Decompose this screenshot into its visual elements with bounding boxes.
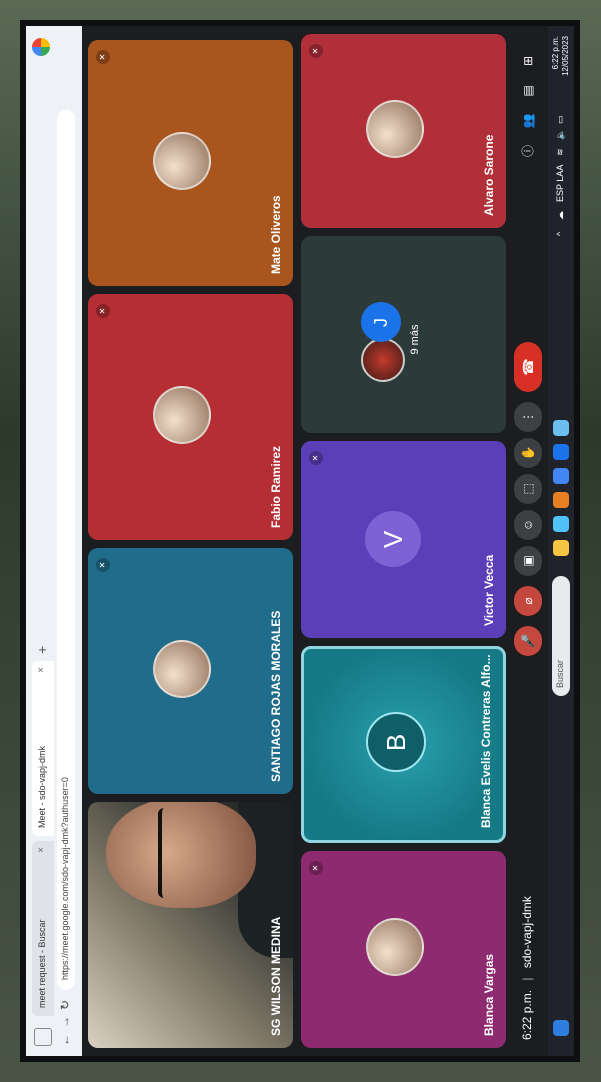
- info-icon[interactable]: ⓘ: [518, 141, 538, 161]
- participant-tile-more[interactable]: J 9 más: [301, 236, 506, 433]
- mic-off-icon: ✕: [96, 304, 110, 318]
- lang-text: ESP: [555, 184, 565, 202]
- new-tab-icon[interactable]: +: [34, 646, 50, 654]
- participant-tile-camera[interactable]: SG WILSON MEDINA: [88, 802, 293, 1048]
- participant-name: Blanca Evelis Contreras Alfo...: [479, 654, 493, 828]
- mic-off-icon: ✕: [309, 861, 323, 875]
- participant-name: SG WILSON MEDINA: [269, 916, 283, 1036]
- avatar: [360, 338, 405, 383]
- edge-icon[interactable]: [553, 444, 569, 460]
- speaker-icon[interactable]: 🔈: [555, 129, 566, 140]
- camera-video: [106, 802, 256, 908]
- taskbar-clock[interactable]: 6:22 p.m. 12/05/2023: [551, 36, 571, 76]
- cloud-icon: ☁: [555, 211, 565, 220]
- people-icon[interactable]: 👥: [518, 111, 538, 131]
- clock-time: 6:22 p.m.: [551, 36, 560, 70]
- back-icon[interactable]: ←: [58, 1034, 72, 1046]
- mic-off-icon: ✕: [96, 50, 110, 64]
- captions-button[interactable]: ▣: [514, 546, 542, 576]
- activities-icon[interactable]: ⊞: [518, 51, 538, 71]
- tab-meet[interactable]: Meet - sdo-vapj-dmk ×: [32, 661, 54, 836]
- participant-tile-active-speaker[interactable]: B Blanca Evelis Contreras Alfo...: [301, 646, 506, 843]
- reload-icon[interactable]: ↻: [58, 1000, 72, 1010]
- avatar: [366, 918, 425, 977]
- participant-name: SANTIAGO ROJAS MORALES: [269, 610, 283, 782]
- lang-sub-text: LAA: [555, 164, 565, 182]
- participant-tile[interactable]: ✕ V Victor Vecca: [301, 441, 506, 638]
- participant-tile[interactable]: ✕ Mate Oliveros: [88, 40, 293, 286]
- participant-name: Blanca Vargas: [482, 953, 496, 1036]
- avatar: V: [365, 511, 422, 568]
- participant-tile[interactable]: ✕ Fabio Ramirez: [88, 294, 293, 540]
- app-icon[interactable]: [553, 492, 569, 508]
- participant-name: Mate Oliveros: [269, 195, 283, 274]
- tab-label: meet request - Buscar: [37, 919, 47, 1008]
- store-icon[interactable]: [553, 516, 569, 532]
- raise-hand-button[interactable]: ✋: [514, 438, 542, 468]
- participant-name: Fabio Ramirez: [269, 445, 283, 528]
- participant-tile[interactable]: ✕ SANTIAGO ROJAS MORALES: [88, 548, 293, 794]
- file-explorer-icon[interactable]: [553, 540, 569, 556]
- avatar: J: [360, 302, 401, 343]
- language-indicator[interactable]: ESP LAA: [555, 165, 565, 202]
- forward-icon[interactable]: →: [58, 1016, 72, 1028]
- wifi-icon[interactable]: ≋: [555, 148, 566, 156]
- weather-icon[interactable]: [553, 420, 569, 436]
- taskbar-search[interactable]: Buscar: [552, 576, 570, 696]
- tab-search[interactable]: meet request - Buscar ×: [32, 841, 54, 1016]
- avatar: [153, 640, 212, 698]
- chevron-up-icon[interactable]: ^: [555, 232, 565, 236]
- camera-video: [158, 808, 178, 898]
- browser-logo-icon: [32, 38, 50, 56]
- clock-date: 12/05/2023: [561, 36, 570, 77]
- participant-name: Alvaro Sarone: [482, 134, 496, 216]
- mic-off-icon: ✕: [309, 44, 323, 58]
- more-count: 9 más: [408, 324, 421, 355]
- battery-icon[interactable]: ▭: [555, 115, 566, 124]
- windows-start-icon[interactable]: [553, 1020, 569, 1036]
- avatar: B: [365, 712, 426, 773]
- close-icon[interactable]: ×: [36, 667, 47, 673]
- meeting-code: sdo-vapj-dmk: [520, 896, 534, 969]
- avatar: [153, 132, 212, 190]
- separator: |: [520, 977, 534, 981]
- avatar: [153, 386, 212, 444]
- camera-toggle-button[interactable]: ⌀: [514, 586, 542, 616]
- participant-tile[interactable]: ✕ Alvaro Sarone: [301, 34, 506, 228]
- close-icon[interactable]: ×: [36, 847, 47, 853]
- chrome-icon[interactable]: [553, 468, 569, 484]
- participant-name: Victor Vecca: [482, 554, 496, 626]
- laptop-screen: meet request - Buscar × Meet - sdo-vapj-…: [26, 26, 574, 1056]
- end-call-button[interactable]: ☎: [514, 342, 542, 392]
- more-options-button[interactable]: ⋮: [514, 402, 542, 432]
- meeting-toolbar: 6:22 p.m. | sdo-vapj-dmk 🎤 ⌀ ▣ ☺ ⬚ ✋ ⋮ ☎…: [508, 26, 548, 1056]
- mic-off-icon: ✕: [309, 451, 323, 465]
- reactions-button[interactable]: ☺: [514, 510, 542, 540]
- window-icon[interactable]: [34, 1028, 52, 1046]
- browser-chrome: meet request - Buscar × Meet - sdo-vapj-…: [26, 26, 82, 1056]
- participant-grid: SG WILSON MEDINA ✕ SANTIAGO ROJAS MORALE…: [88, 34, 506, 1048]
- time-text: 6:22 p.m.: [520, 989, 534, 1040]
- address-bar[interactable]: https://meet.google.com/sdo-vapj-dmk?aut…: [57, 110, 75, 990]
- chat-icon[interactable]: ▤: [518, 81, 538, 101]
- meeting-time: 6:22 p.m. | sdo-vapj-dmk: [520, 896, 534, 1040]
- avatar: [366, 100, 425, 158]
- mic-toggle-button[interactable]: 🎤: [514, 626, 542, 656]
- present-button[interactable]: ⬚: [514, 474, 542, 504]
- mic-off-icon: ✕: [96, 558, 110, 572]
- windows-taskbar: Buscar ^ ☁ ESP LAA ≋ 🔈 ▭ 6:22 p.m. 12/05…: [548, 26, 574, 1056]
- tab-label: Meet - sdo-vapj-dmk: [37, 745, 47, 828]
- participant-tile[interactable]: ✕ Blanca Vargas: [301, 851, 506, 1048]
